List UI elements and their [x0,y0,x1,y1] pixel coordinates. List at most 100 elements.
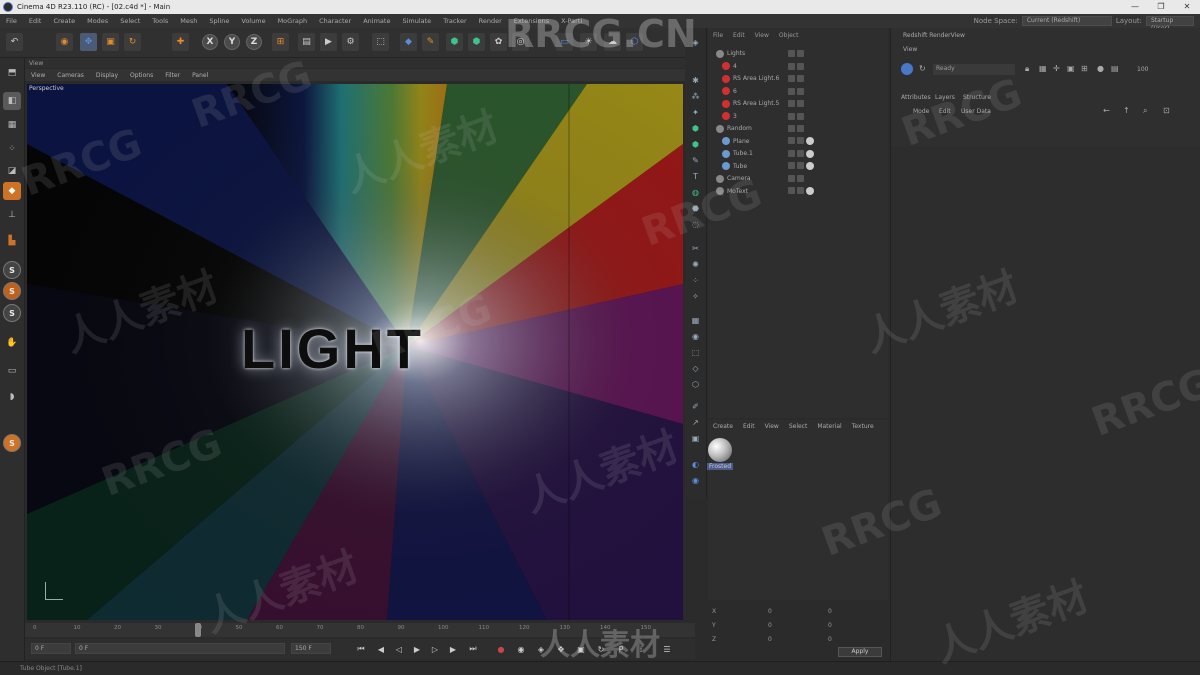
up-arrow-icon[interactable]: ↑ [1123,106,1130,115]
enable-check-icon[interactable] [797,50,804,57]
minimize-button[interactable]: — [1122,0,1148,14]
object-name[interactable]: Tube.1 [733,150,791,157]
object-name[interactable]: RS Area Light.6 [733,75,791,82]
coord-b-value[interactable]: 0 [828,636,832,643]
mm-menu-select[interactable]: Select [784,423,813,430]
param-key-icon[interactable]: P [615,643,627,655]
enable-check-icon[interactable] [797,149,804,157]
object-row[interactable]: Plane [708,136,888,147]
object-row[interactable]: Random [708,123,888,134]
move-tool-icon[interactable]: ✥ [80,33,97,51]
axis-mode-icon[interactable]: ⊥ [3,206,21,224]
visibility-toggle-icon[interactable] [788,75,795,82]
scale-tool-icon[interactable]: ▣ [102,33,119,51]
object-name[interactable]: 4 [733,63,791,70]
coordinate-system-icon[interactable]: ⊞ [272,33,289,51]
object-row[interactable]: Tube [708,161,888,172]
viewport-menu-view[interactable]: View [25,72,51,79]
om-menu-view[interactable]: View [750,32,774,42]
layout-dropdown[interactable]: Startup (User) [1146,16,1194,32]
workplane-icon[interactable]: S [3,304,21,322]
cloner-icon[interactable]: ✱ [689,74,702,87]
object-name[interactable]: Plane [733,138,791,145]
close-button[interactable]: ✕ [1174,0,1200,14]
pen-spline-icon[interactable]: ✎ [422,33,439,51]
position-key-icon[interactable]: ✥ [555,643,567,655]
fracture-icon[interactable]: ✦ [689,106,702,119]
render-view-icon[interactable]: ▶ [320,33,337,51]
material-preview-ball[interactable] [708,438,732,462]
om-menu-object[interactable]: Object [774,32,804,42]
fit-icon[interactable]: ⊞ [1081,64,1088,73]
menu-modes[interactable]: Modes [81,17,114,25]
menu-select[interactable]: Select [114,17,146,25]
coord-p-value[interactable]: 0 [828,622,832,629]
menu-mograph[interactable]: MoGraph [272,17,314,25]
back-arrow-icon[interactable]: ← [1103,106,1110,115]
visibility-toggle-icon[interactable] [788,125,795,132]
enable-check-icon[interactable] [797,112,804,120]
rotation-key-icon[interactable]: ↻ [595,643,607,655]
sweep-icon[interactable]: ◍ [689,186,702,199]
lathe-icon[interactable]: ◌ [689,218,702,231]
render-settings-icon[interactable]: ⚙ [342,33,359,51]
menu-create[interactable]: Create [47,17,81,25]
polygon-pen-icon[interactable]: ⬚ [372,33,389,51]
object-name[interactable]: Lights [727,50,785,57]
visibility-toggle-icon[interactable] [788,175,795,182]
undo-icon[interactable]: ↶ [6,33,23,51]
material-tag-icon[interactable] [806,187,814,195]
spline-icon[interactable]: ✎ [689,154,702,167]
end-frame-field[interactable]: 150 F [291,643,331,654]
coord-y-value[interactable]: 0 [768,622,772,629]
frame-range-slider[interactable]: 0 F [75,643,285,654]
attributes-tab[interactable]: Attributes [901,94,931,101]
slide-icon[interactable]: ↗ [689,416,702,429]
lock-icon[interactable]: 🔒︎ [1025,64,1029,74]
start-frame-field[interactable]: 0 F [31,643,71,654]
region-icon[interactable]: ▣ [1067,64,1075,73]
add-object-icon[interactable]: ✚ [172,33,189,51]
enable-check-icon[interactable] [797,175,804,182]
menu-file[interactable]: File [0,17,23,25]
viewport-menu-display[interactable]: Display [90,72,124,79]
object-row[interactable]: RS Area Light.5 [708,98,888,109]
menu-mesh[interactable]: Mesh [174,17,203,25]
object-row[interactable]: Camera [708,173,888,184]
sphere-icon[interactable]: ◉ [689,330,702,343]
object-name[interactable]: MoText [727,188,785,195]
object-name[interactable]: Random [727,125,785,132]
solo-icon[interactable]: ▙ [3,232,21,250]
play-icon[interactable]: ▶ [411,643,423,655]
visibility-toggle-icon[interactable] [788,187,795,194]
go-start-icon[interactable]: ⏮ [355,643,367,655]
knife-icon[interactable]: ⬚ [689,346,702,359]
node-space-dropdown[interactable]: Current (Redshift) [1021,16,1112,26]
sculpt-icon[interactable]: ◗ [3,388,21,406]
light-icon[interactable]: ☀ [580,33,597,51]
object-name[interactable]: 6 [733,88,791,95]
menu-extensions[interactable]: Extensions [508,17,555,25]
menu-simulate[interactable]: Simulate [396,17,437,25]
array-icon[interactable]: ⬢ [468,33,485,51]
viewport-menu-filter[interactable]: Filter [159,72,186,79]
bevel-icon[interactable]: ◇ [689,362,702,375]
visibility-toggle-icon[interactable] [788,50,795,57]
mesh-icon[interactable]: ▦ [689,314,702,327]
camera-icon[interactable]: ▭ [556,33,573,51]
field-icon[interactable]: ✿ [490,33,507,51]
subdivision-icon[interactable]: ⬢ [446,33,463,51]
mm-menu-material[interactable]: Material [812,423,846,430]
mm-menu-view[interactable]: View [760,423,784,430]
object-name[interactable]: RS Area Light.5 [733,100,791,107]
visibility-toggle-icon[interactable] [788,112,795,120]
material-tag-icon[interactable] [806,137,814,145]
attr-menu-mode[interactable]: Mode [913,108,929,115]
render-view-menu[interactable]: View [903,46,917,53]
menu-render[interactable]: Render [473,17,508,25]
coord-h-value[interactable]: 0 [828,608,832,615]
apply-button[interactable]: Apply [838,647,882,657]
redshift-light-icon[interactable]: ◉ [689,474,702,487]
visibility-toggle-icon[interactable] [788,162,795,169]
polygons-mode-icon[interactable]: ◆ [3,182,21,200]
